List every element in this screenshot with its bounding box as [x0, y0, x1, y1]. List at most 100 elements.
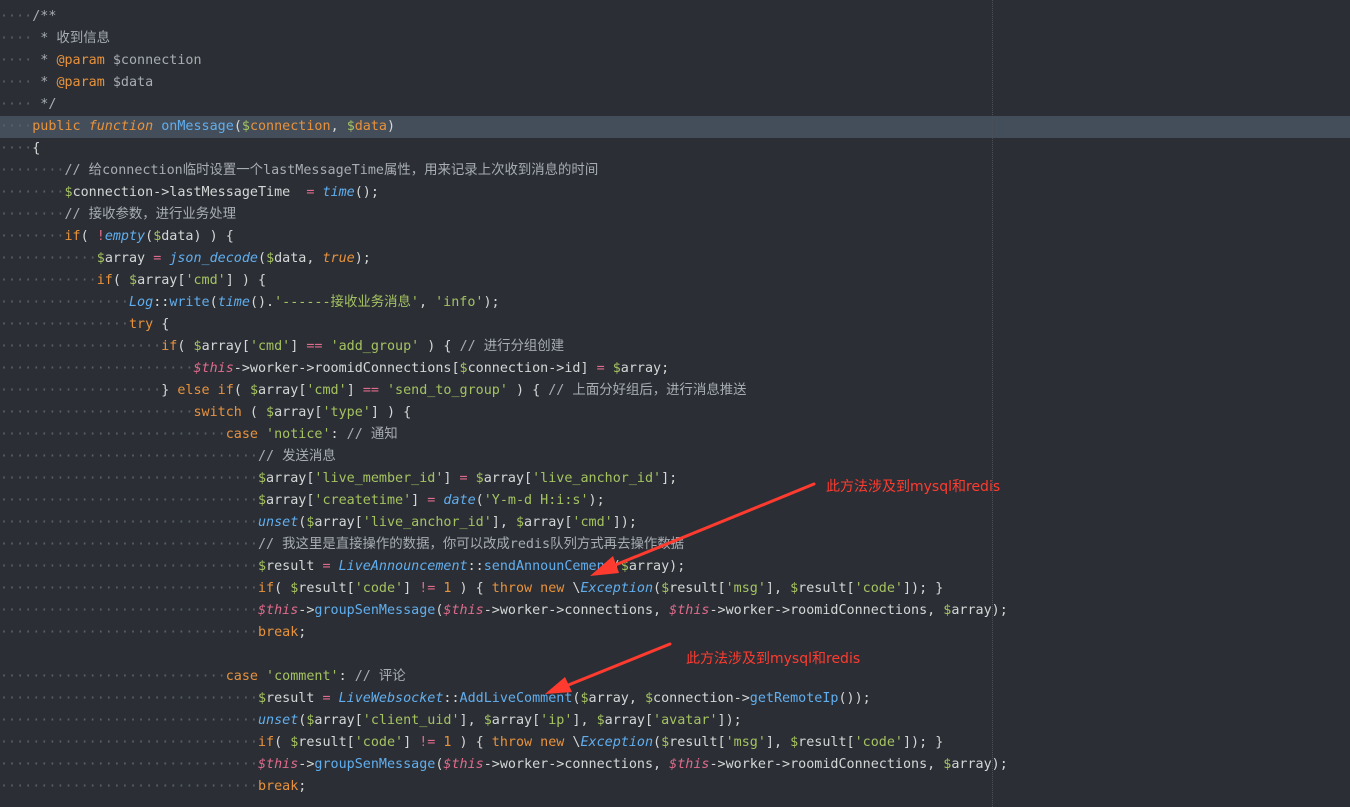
code-token: ( — [112, 273, 129, 288]
code-token: 'avatar' — [653, 713, 718, 728]
code-line[interactable]: ································$result … — [0, 688, 1350, 710]
code-token: ) { — [507, 383, 549, 398]
code-line[interactable]: ································$result … — [0, 556, 1350, 578]
code-line[interactable]: ····{ — [0, 138, 1350, 160]
code-line[interactable]: ····························case 'notice… — [0, 424, 1350, 446]
code-token: == — [306, 339, 323, 354]
code-token: [ — [846, 735, 855, 750]
indent-whitespace: ················ — [0, 295, 129, 310]
code-line[interactable]: ························$this->worker->r… — [0, 358, 1350, 380]
code-line[interactable]: ································$array['… — [0, 468, 1350, 490]
code-token: $this — [193, 361, 234, 376]
code-line[interactable]: ································if( $res… — [0, 732, 1350, 754]
indent-whitespace: ································ — [0, 515, 258, 530]
code-token: :: — [153, 295, 170, 310]
code-token: array — [266, 493, 307, 508]
code-line[interactable]: ···· */ — [0, 94, 1350, 116]
code-token: $ — [257, 559, 267, 574]
code-token: :: — [467, 559, 484, 574]
code-token: // 发送消息 — [257, 449, 336, 464]
code-token: ->worker->connections, — [483, 757, 670, 772]
code-token: result — [266, 559, 323, 574]
code-token: 'code' — [854, 581, 903, 596]
code-line[interactable]: ····················} else if( $array['c… — [0, 380, 1350, 402]
code-token: array — [491, 713, 533, 728]
code-line[interactable]: ············$array = json_decode($data, … — [0, 248, 1350, 270]
indent-whitespace: ························ — [0, 361, 194, 376]
indent-whitespace: ································ — [0, 735, 258, 750]
code-line[interactable]: ································if( $res… — [0, 578, 1350, 600]
code-token: /** — [32, 9, 57, 24]
code-line[interactable]: ················Log::write(time().'-----… — [0, 292, 1350, 314]
code-token: array); — [628, 559, 686, 574]
code-token: ] — [411, 493, 428, 508]
code-token: ) { — [419, 339, 460, 354]
code-line[interactable]: ················try { — [0, 314, 1350, 336]
code-token: if — [64, 229, 81, 244]
code-line[interactable]: ································unset($a… — [0, 512, 1350, 534]
code-token: $ — [266, 405, 275, 420]
code-token: array — [201, 339, 242, 354]
code-line[interactable]: ····/** — [0, 6, 1350, 28]
code-token: data — [161, 229, 194, 244]
code-line[interactable]: ············if( $array['cmd'] ) { — [0, 270, 1350, 292]
indent-whitespace: ···· — [0, 119, 33, 134]
code-token: result — [798, 581, 847, 596]
code-line[interactable]: ································$this->g… — [0, 754, 1350, 776]
code-token: ->worker->connections, — [483, 603, 670, 618]
code-line[interactable]: ···· * 收到信息 — [0, 28, 1350, 50]
code-token: ( — [258, 251, 267, 266]
code-token: throw new — [491, 581, 565, 596]
code-token: connection-> — [653, 691, 750, 706]
code-token: Exception — [580, 735, 654, 750]
code-line[interactable]: ································$this->g… — [0, 600, 1350, 622]
code-line[interactable] — [0, 644, 1350, 666]
code-token: array, — [588, 691, 645, 706]
code-token: $this — [443, 603, 484, 618]
code-line[interactable]: ································$array['… — [0, 490, 1350, 512]
code-token: time — [322, 185, 355, 200]
code-token: $ — [266, 251, 275, 266]
code-line[interactable]: ································break; — [0, 622, 1350, 644]
code-line[interactable]: ································// 发送消息 — [0, 446, 1350, 468]
code-line[interactable]: ···· * @param $data — [0, 72, 1350, 94]
indent-whitespace: ········ — [0, 185, 65, 200]
code-token: $ — [620, 559, 629, 574]
indent-whitespace: ········ — [0, 229, 65, 244]
code-line[interactable]: ································// 我这里是直… — [0, 534, 1350, 556]
code-editor[interactable]: ····/** ···· * 收到信息 ···· * @param $connect… — [0, 6, 1350, 798]
code-line[interactable]: ····················if( $array['cmd'] ==… — [0, 336, 1350, 358]
code-token: ] — [346, 383, 363, 398]
code-line[interactable]: ········// 给connection临时设置一个lastMessageT… — [0, 160, 1350, 182]
code-line[interactable]: ········if( !empty($data) ) { — [0, 226, 1350, 248]
code-token: $ — [96, 251, 105, 266]
indent-whitespace: ···························· — [0, 669, 226, 684]
code-line[interactable]: ························switch ( $array[… — [0, 402, 1350, 424]
code-line[interactable]: ································unset($a… — [0, 710, 1350, 732]
code-token: 'comment' — [266, 669, 339, 684]
code-token: ], — [491, 515, 516, 530]
indent-whitespace: ························ — [0, 405, 194, 420]
code-token: :: — [443, 691, 460, 706]
code-token: $ — [64, 185, 73, 200]
code-token: \ — [564, 735, 581, 750]
code-token: 'live_anchor_id' — [532, 471, 662, 486]
code-token: ], — [765, 735, 791, 750]
code-token: [ — [346, 581, 355, 596]
code-token: getRemoteIp — [749, 691, 839, 706]
code-line[interactable]: ···· * @param $connection — [0, 50, 1350, 72]
code-token: // 通知 — [346, 427, 398, 442]
code-line[interactable]: ········$connection->lastMessageTime = t… — [0, 182, 1350, 204]
code-token: $ — [257, 493, 267, 508]
code-token: if — [96, 273, 113, 288]
code-line[interactable]: ········// 接收参数，进行业务处理 — [0, 204, 1350, 226]
code-token: ( — [233, 383, 250, 398]
code-token: array — [266, 471, 307, 486]
code-token: array — [137, 273, 178, 288]
annotation-1: 此方法涉及到mysql和redis — [826, 479, 1001, 495]
code-line[interactable]: ································break; — [0, 776, 1350, 798]
code-line[interactable]: ····public function onMessage($connectio… — [0, 116, 1350, 138]
code-line[interactable]: ····························case 'commen… — [0, 666, 1350, 688]
